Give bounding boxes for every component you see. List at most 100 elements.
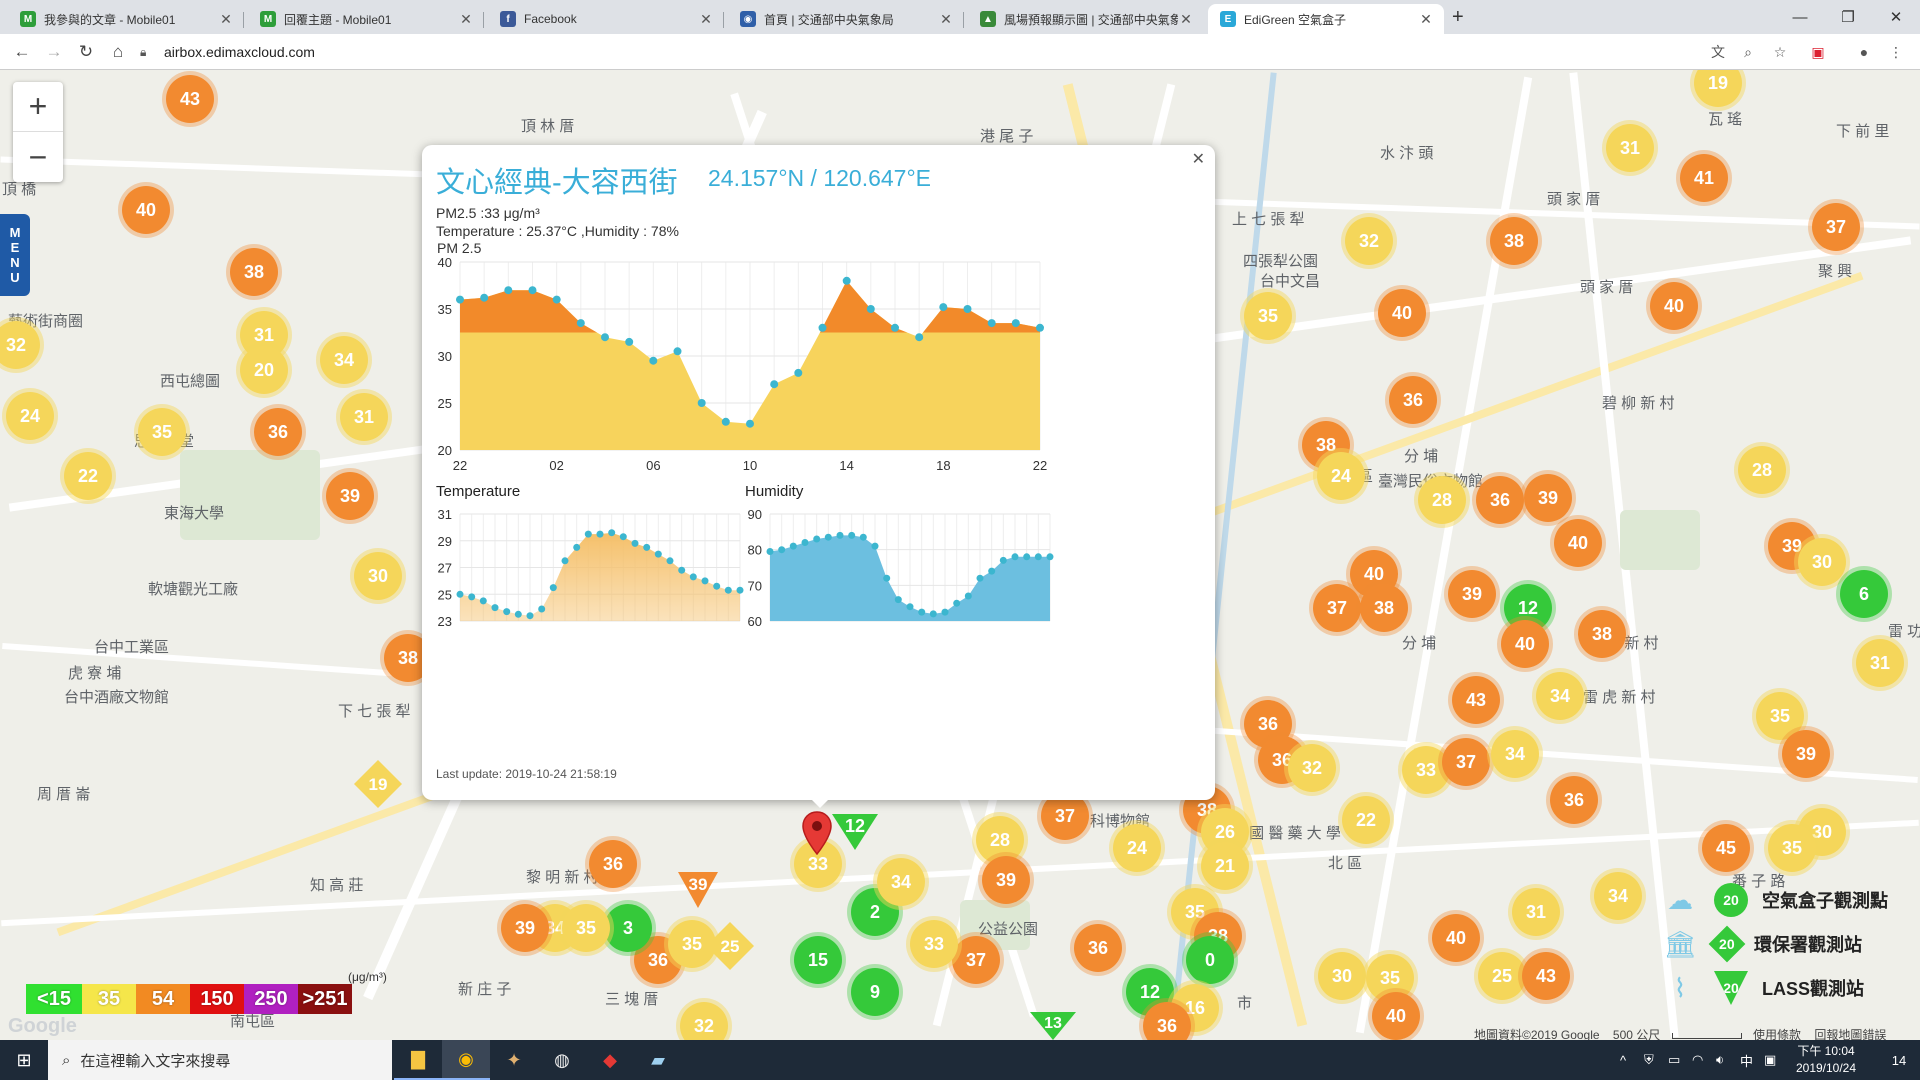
browser-tab[interactable]: E EdiGreen 空氣盒子 ✕ [1208, 4, 1444, 34]
close-tab-icon[interactable]: ✕ [698, 11, 714, 28]
airbox-marker[interactable]: 35 [1768, 824, 1816, 872]
lass-station-marker[interactable]: 39 [676, 870, 720, 910]
airbox-marker[interactable]: 22 [1342, 796, 1390, 844]
airbox-marker[interactable]: 36 [1550, 776, 1598, 824]
close-window-button[interactable]: ✕ [1872, 0, 1920, 34]
airbox-marker[interactable]: 39 [1782, 730, 1830, 778]
close-tab-icon[interactable]: ✕ [1418, 11, 1434, 28]
airbox-marker[interactable]: 31 [1606, 124, 1654, 172]
airbox-marker[interactable]: 37 [1812, 203, 1860, 251]
airbox-marker[interactable]: 21 [1201, 842, 1249, 890]
airbox-marker[interactable]: 43 [1522, 952, 1570, 1000]
airbox-marker[interactable]: 40 [1432, 914, 1480, 962]
airbox-marker[interactable]: 34 [1594, 872, 1642, 920]
close-tab-icon[interactable]: ✕ [458, 11, 474, 28]
airbox-marker[interactable]: 40 [1372, 992, 1420, 1040]
airbox-marker[interactable]: 34 [320, 336, 368, 384]
airbox-marker[interactable]: 31 [340, 393, 388, 441]
airbox-marker[interactable]: 39 [982, 856, 1030, 904]
airbox-marker[interactable]: 24 [1317, 452, 1365, 500]
airbox-marker[interactable]: 34 [1536, 672, 1584, 720]
app-icon-2[interactable]: ◍ [538, 1040, 586, 1080]
new-tab-button[interactable]: + [1452, 6, 1464, 29]
airbox-marker[interactable]: 28 [1738, 446, 1786, 494]
airbox-marker[interactable]: 43 [166, 75, 214, 123]
airbox-marker[interactable]: 6 [1840, 570, 1888, 618]
close-tab-icon[interactable]: ✕ [938, 11, 954, 28]
airbox-marker[interactable]: 35 [562, 904, 610, 952]
airbox-marker[interactable]: 39 [501, 904, 549, 952]
airbox-marker[interactable]: 38 [1490, 217, 1538, 265]
airbox-marker[interactable]: 28 [1418, 476, 1466, 524]
airbox-marker[interactable]: 19 [1694, 70, 1742, 107]
reload-icon[interactable]: ↻ [74, 40, 98, 64]
airbox-marker[interactable]: 37 [1313, 584, 1361, 632]
tray-up-arrow-icon[interactable]: ^ [1620, 1040, 1626, 1080]
airbox-marker[interactable]: 35 [138, 408, 186, 456]
airbox-marker[interactable]: 31 [1856, 639, 1904, 687]
airbox-marker[interactable]: 34 [877, 858, 925, 906]
terms-link[interactable]: 使用條款 [1753, 1028, 1801, 1040]
airbox-marker[interactable]: 36 [1389, 376, 1437, 424]
airbox-marker[interactable]: 35 [1244, 292, 1292, 340]
airbox-marker[interactable]: 36 [1074, 924, 1122, 972]
minimize-button[interactable]: — [1776, 0, 1824, 34]
close-tab-icon[interactable]: ✕ [218, 11, 234, 28]
report-map-error-link[interactable]: 回報地圖錯誤 [1814, 1028, 1886, 1040]
airbox-marker[interactable]: 33 [910, 920, 958, 968]
airbox-marker[interactable]: 32 [0, 321, 40, 369]
browser-tab[interactable]: ▲ 風場預報顯示圖 | 交通部中央氣象 ✕ [968, 4, 1204, 34]
airbox-marker[interactable]: 36 [1476, 476, 1524, 524]
airbox-marker[interactable]: 30 [1318, 952, 1366, 1000]
taskbar-search-box[interactable]: ⌕ 在這裡輸入文字來搜尋 [48, 1040, 392, 1080]
ime-indicator[interactable]: 中 [1740, 1040, 1753, 1080]
airbox-marker[interactable]: 40 [1501, 620, 1549, 668]
tray-keyboard-icon[interactable]: ▣ [1764, 1040, 1776, 1080]
airbox-marker[interactable]: 39 [326, 472, 374, 520]
airbox-marker[interactable]: 38 [1578, 610, 1626, 658]
airbox-marker[interactable]: 32 [1345, 217, 1393, 265]
tray-battery-icon[interactable]: ▭ [1668, 1040, 1680, 1080]
system-clock[interactable]: 下午 10:04 2019/10/24 [1786, 1043, 1866, 1077]
translate-icon[interactable]: 文 [1708, 42, 1728, 62]
lass-station-marker[interactable]: 12 [830, 812, 880, 852]
profile-icon[interactable]: ● [1854, 42, 1874, 62]
tray-volume-icon[interactable]: 🔉︎ [1716, 1040, 1724, 1080]
address-bar[interactable]: 🔒︎ airbox.edimaxcloud.com [140, 39, 1690, 65]
airbox-marker[interactable]: 20 [240, 346, 288, 394]
zoom-out-button[interactable]: − [13, 132, 63, 182]
chrome-icon[interactable]: ◉ [442, 1040, 490, 1080]
bookmark-star-icon[interactable]: ☆ [1770, 42, 1790, 62]
airbox-marker[interactable]: 22 [64, 452, 112, 500]
airbox-marker[interactable]: 36 [254, 408, 302, 456]
airbox-marker[interactable]: 43 [1452, 676, 1500, 724]
airbox-marker[interactable]: 41 [1680, 154, 1728, 202]
airbox-marker[interactable]: 37 [1442, 738, 1490, 786]
airbox-marker[interactable]: 24 [1113, 824, 1161, 872]
close-icon[interactable]: ✕ [1192, 149, 1205, 169]
airbox-marker[interactable]: 32 [1288, 744, 1336, 792]
airbox-marker[interactable]: 36 [589, 840, 637, 888]
zoom-icon[interactable]: ⌕ [1738, 42, 1758, 62]
browser-tab[interactable]: ◉ 首頁 | 交通部中央氣象局 ✕ [728, 4, 964, 34]
airbox-marker[interactable]: 30 [354, 552, 402, 600]
airbox-marker[interactable]: 39 [1448, 570, 1496, 618]
browser-tab[interactable]: M 我參與的文章 - Mobile01 ✕ [8, 4, 244, 34]
airbox-marker[interactable]: 39 [1524, 474, 1572, 522]
forward-arrow-icon[interactable]: → [42, 40, 66, 64]
browser-tab[interactable]: M 回覆主題 - Mobile01 ✕ [248, 4, 484, 34]
airbox-marker[interactable]: 9 [851, 968, 899, 1016]
file-explorer-icon[interactable]: ▇ [394, 1040, 442, 1080]
close-tab-icon[interactable]: ✕ [1178, 11, 1194, 28]
map-scale[interactable]: 500 公尺 [1613, 1028, 1660, 1040]
airbox-marker[interactable]: 40 [1554, 519, 1602, 567]
app-icon-1[interactable]: ✦ [490, 1040, 538, 1080]
notification-center[interactable]: 14 [1884, 1040, 1914, 1080]
menu-dots-icon[interactable]: ⋮ [1886, 42, 1906, 62]
app-icon-3[interactable]: ◆ [586, 1040, 634, 1080]
home-icon[interactable]: ⌂ [106, 40, 130, 64]
airbox-marker[interactable]: 40 [1650, 282, 1698, 330]
location-pin-icon[interactable] [800, 810, 834, 858]
windows-start-icon[interactable]: ⊞ [0, 1040, 48, 1080]
airbox-marker[interactable]: 3 [604, 904, 652, 952]
